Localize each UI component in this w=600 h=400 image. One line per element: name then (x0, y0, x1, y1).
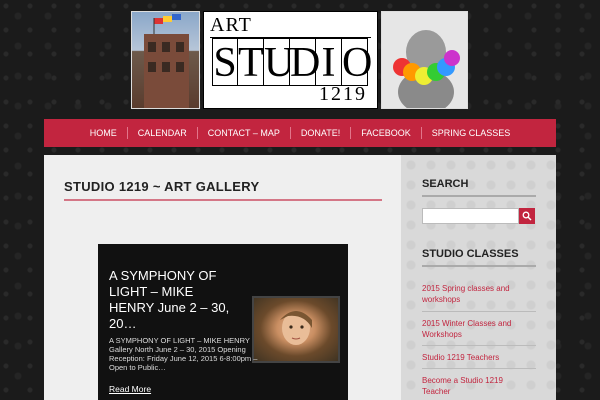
search-heading-rule (422, 195, 536, 197)
nav-contact-map[interactable]: CONTACT – MAP (196, 127, 290, 139)
link-divider (422, 368, 536, 369)
logo-letter: T (238, 38, 264, 86)
logo-studio-row: S T U D I O (212, 38, 373, 86)
building-photo (131, 11, 200, 109)
nav-facebook[interactable]: FACEBOOK (350, 127, 421, 139)
post-title[interactable]: A SYMPHONY OF LIGHT – MIKE HENRY June 2 … (109, 268, 237, 332)
classes-heading-rule (422, 265, 536, 267)
nav-calendar[interactable]: CALENDAR (126, 127, 197, 139)
nav-donate[interactable]: DONATE! (289, 127, 350, 139)
link-divider (422, 345, 536, 346)
main-nav: HOME CALENDAR CONTACT – MAP DONATE! FACE… (44, 119, 556, 147)
logo-art-text: ART (210, 14, 252, 36)
link-studio-1219-teachers[interactable]: Studio 1219 Teachers (422, 352, 532, 363)
search-heading: SEARCH (422, 178, 469, 190)
link-2015-winter-classes[interactable]: 2015 Winter Classes and Workshops (422, 318, 532, 340)
site-banner: ART S T U D I O 1219 (131, 11, 468, 109)
search-input[interactable] (422, 208, 519, 224)
post-excerpt: A SYMPHONY OF LIGHT – MIKE HENRY Gallery… (109, 336, 258, 372)
read-more-link[interactable]: Read More (109, 384, 151, 394)
nav-home[interactable]: HOME (80, 127, 127, 139)
building-illustration (144, 14, 189, 108)
search-icon (522, 211, 532, 221)
logo-letter: I (316, 38, 342, 86)
logo-letter: S (212, 38, 238, 86)
portrait-illustration (280, 311, 312, 345)
gallery-post: A SYMPHONY OF LIGHT – MIKE HENRY June 2 … (98, 244, 348, 400)
title-divider (64, 199, 382, 201)
link-2015-spring-classes[interactable]: 2015 Spring classes and workshops (422, 283, 532, 305)
studio-classes-heading: STUDIO CLASSES (422, 248, 519, 260)
logo-letter: O (342, 38, 373, 86)
search-button[interactable] (519, 208, 535, 224)
link-divider (422, 311, 536, 312)
logo-letter: D (290, 38, 321, 86)
logo-number: 1219 (319, 83, 367, 105)
page-title: STUDIO 1219 ~ ART GALLERY (64, 179, 260, 194)
link-become-teacher[interactable]: Become a Studio 1219 Teacher (422, 375, 532, 397)
post-thumbnail[interactable] (252, 296, 340, 363)
sidebar: SEARCH STUDIO CLASSES 2015 Spring classe… (401, 155, 556, 400)
statue-photo (381, 11, 468, 109)
statue-illustration (393, 30, 460, 108)
nav-spring-classes[interactable]: SPRING CLASSES (420, 127, 521, 139)
studio-1219-logo[interactable]: ART S T U D I O 1219 (203, 11, 378, 109)
main-content: STUDIO 1219 ~ ART GALLERY A SYMPHONY OF … (44, 155, 401, 400)
logo-letter: U (264, 38, 295, 86)
